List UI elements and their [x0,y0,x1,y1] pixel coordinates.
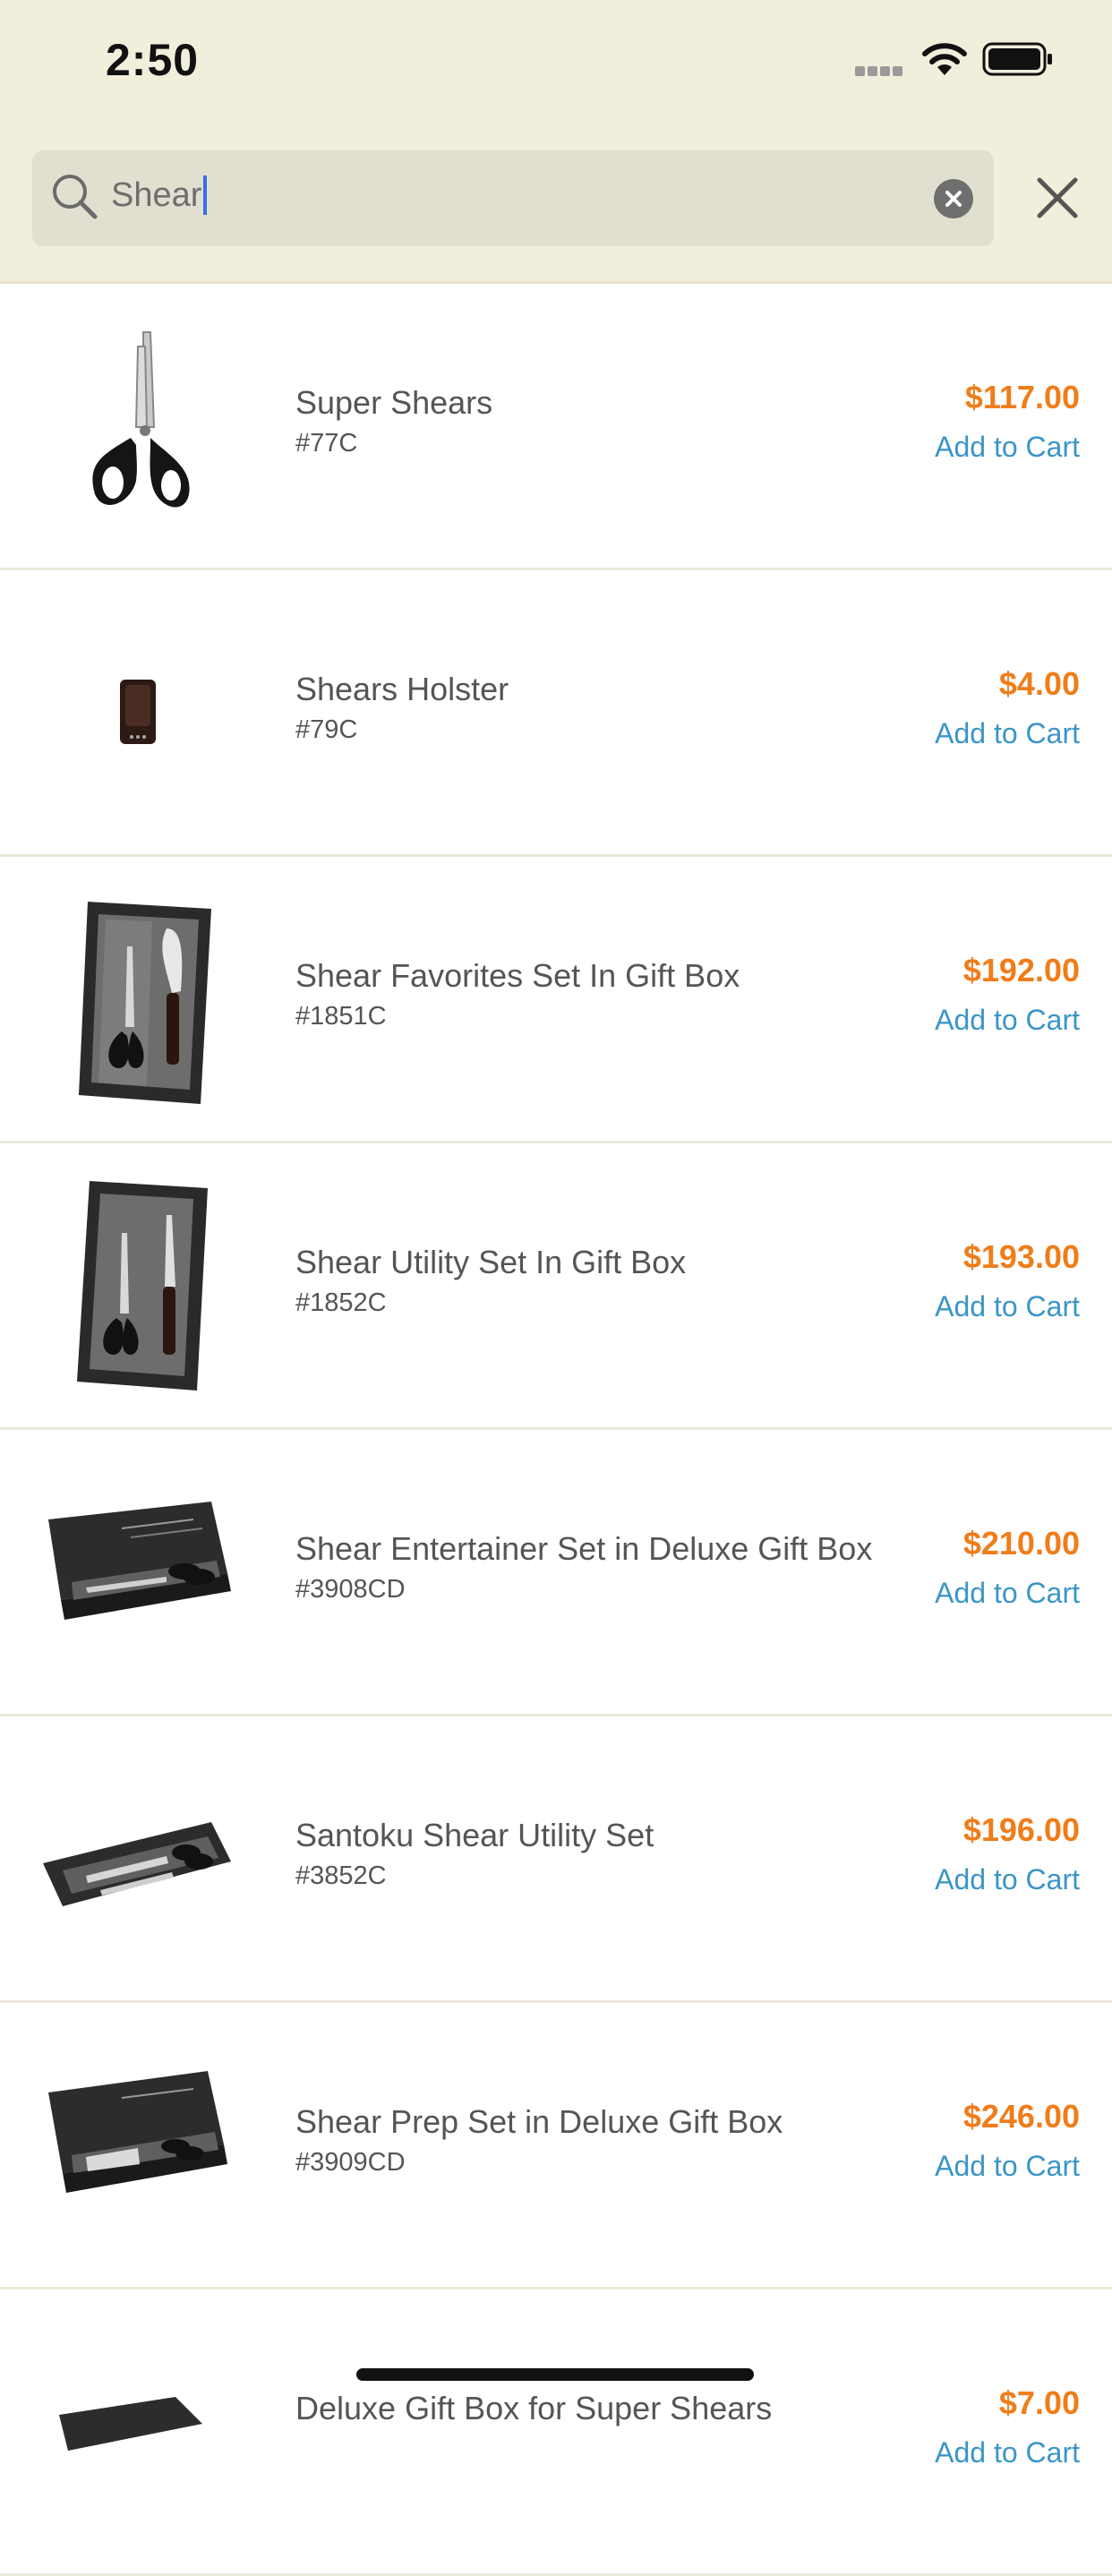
product-price: $4.00 [998,665,1080,702]
wifi-icon [922,43,967,75]
product-name[interactable]: Shear Entertainer Set in Deluxe Gift Box [295,1530,872,1568]
header: 2:50 Shear [0,0,1112,284]
add-to-cart-button[interactable]: Add to Cart [935,717,1080,750]
product-row[interactable]: Shear Utility Set In Gift Box #1852C $19… [0,1143,1112,1430]
product-row[interactable]: Super Shears #77C $117.00 Add to Cart [0,284,1112,570]
product-image [32,2325,244,2537]
home-indicator[interactable] [356,2368,754,2381]
product-name[interactable]: Shear Prep Set in Deluxe Gift Box [295,2103,783,2141]
product-price: $246.00 [962,2098,1080,2135]
search-input[interactable]: Shear [111,175,208,215]
product-name[interactable]: Deluxe Gift Box for Super Shears [295,2390,772,2427]
product-name[interactable]: Shear Utility Set In Gift Box [295,1244,686,1281]
product-price: $7.00 [998,2384,1080,2421]
product-row[interactable]: Shears Holster #79C $4.00 Add to Cart [0,570,1112,857]
product-row[interactable]: Shear Favorites Set In Gift Box #1851C $… [0,857,1112,1143]
product-image [32,893,244,1104]
product-price: $193.00 [962,1238,1080,1275]
add-to-cart-button[interactable]: Add to Cart [935,431,1080,464]
product-list: Super Shears #77C $117.00 Add to Cart Sh… [0,284,1112,2576]
product-sku: #3852C [295,1861,387,1890]
product-row[interactable]: Santoku Shear Utility Set #3852C $196.00… [0,1716,1112,2003]
add-to-cart-button[interactable]: Add to Cart [935,1290,1080,1323]
product-sku: #3908CD [295,1575,406,1604]
product-name[interactable]: Shears Holster [295,671,509,708]
product-image [32,1466,244,1677]
close-icon[interactable] [1034,175,1081,221]
product-name[interactable]: Shear Favorites Set In Gift Box [295,957,740,995]
product-sku: #77C [295,429,358,458]
product-price: $117.00 [964,379,1080,415]
product-image [32,2039,244,2250]
add-to-cart-button[interactable]: Add to Cart [935,1863,1080,1896]
clear-search-icon[interactable] [934,179,973,218]
add-to-cart-button[interactable]: Add to Cart [935,1004,1080,1037]
product-row[interactable]: Shear Entertainer Set in Deluxe Gift Box… [0,1430,1112,1716]
product-name[interactable]: Super Shears [295,384,492,422]
status-time: 2:50 [106,35,200,85]
cellular-signal-icon [855,64,905,81]
product-name[interactable]: Santoku Shear Utility Set [295,1817,654,1854]
product-price: $192.00 [962,952,1080,988]
product-image [32,320,244,531]
text-caret [203,175,208,215]
add-to-cart-button[interactable]: Add to Cart [935,1577,1080,1610]
product-sku: #79C [295,715,358,744]
product-price: $210.00 [962,1525,1080,1562]
product-image [32,606,244,817]
product-sku: #1851C [295,1002,387,1031]
product-row[interactable]: Shear Prep Set in Deluxe Gift Box #3909C… [0,2003,1112,2289]
add-to-cart-button[interactable]: Add to Cart [935,2150,1080,2183]
product-image [32,1179,244,1391]
product-sku: #3909CD [295,2148,406,2177]
battery-icon [982,42,1052,76]
product-image [32,1752,244,1964]
search-icon [53,175,98,219]
product-price: $196.00 [962,1811,1080,1848]
search-input-value: Shear [111,175,202,214]
search-field[interactable]: Shear [32,150,994,246]
product-sku: #1852C [295,1288,387,1317]
add-to-cart-button[interactable]: Add to Cart [935,2436,1080,2469]
product-row[interactable]: Deluxe Gift Box for Super Shears $7.00 A… [0,2289,1112,2576]
